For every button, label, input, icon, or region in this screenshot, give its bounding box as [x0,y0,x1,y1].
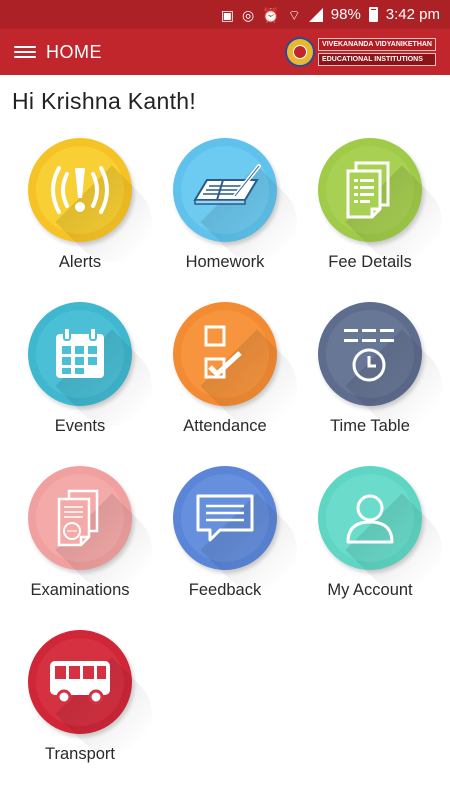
transport-circle [28,630,132,734]
logo-line-1: VIVEKANANDA VIDYANIKETHAN [318,38,436,51]
tile-attendance[interactable]: Attendance [150,302,300,452]
tile-examinations[interactable]: Examinations [5,466,155,616]
exam-paper-icon [57,489,99,547]
fee-document-icon [346,161,390,219]
status-time: 3:42 pm [385,6,440,23]
tile-transport[interactable]: Transport [5,630,155,780]
attendance-circle [173,302,277,406]
signal-icon [308,7,323,22]
calendar-icon [56,327,104,378]
tile-label: Alerts [58,253,102,271]
checkbox-icon [204,325,242,379]
tile-label: Fee Details [328,253,412,271]
tile-feedback[interactable]: Feedback [150,466,300,616]
tile-label: Time Table [330,417,410,435]
clock-icon [344,329,394,382]
battery-percent: 98% [330,6,361,23]
tile-events[interactable]: Events [5,302,155,452]
tile-label: Attendance [183,417,267,435]
tile-time-table[interactable]: Time Table [295,302,445,452]
examinations-circle [28,466,132,570]
fee-details-circle [318,138,422,242]
tile-label: Transport [45,745,115,763]
tile-fee-details[interactable]: Fee Details [295,138,445,288]
homework-icon [193,164,261,205]
tile-label: My Account [327,581,413,599]
events-circle [28,302,132,406]
time-table-circle [318,302,422,406]
logo-line-2: EDUCATIONAL INSTITUTIONS [318,53,436,66]
battery-icon [368,7,378,22]
notification-icon: ▣ [220,6,234,23]
status-bar: ▣ ◎ ⏰ ⌔ 98% 3:42 pm [0,0,450,29]
alerts-circle [28,138,132,242]
greeting: Hi Krishna Kanth! [12,88,197,114]
school-logo: VIVEKANANDA VIDYANIKETHAN EDUCATIONAL IN… [285,35,436,69]
tile-label: Homework [185,253,265,271]
tile-alerts[interactable]: Alerts [5,138,155,288]
user-icon [346,494,394,544]
chat-bubble-icon [196,494,254,542]
homework-circle [173,138,277,242]
tile-my-account[interactable]: My Account [295,466,445,616]
feedback-circle [173,466,277,570]
wifi-icon: ⌔ [287,6,301,23]
tile-label: Feedback [188,581,262,599]
seal-icon [285,37,316,67]
tile-label: Events [54,417,106,435]
my-account-circle [318,466,422,570]
alert-icon [51,166,109,214]
tile-label: Examinations [30,581,130,599]
tile-homework[interactable]: Homework [150,138,300,288]
page-title: HOME [46,41,102,62]
alarm-icon: ⏰ [262,6,280,23]
app-bar: HOME VIVEKANANDA VIDYANIKETHAN EDUCATION… [0,29,450,75]
menu-icon[interactable] [14,44,36,60]
sync-icon: ◎ [241,6,255,23]
bus-icon [50,661,110,705]
